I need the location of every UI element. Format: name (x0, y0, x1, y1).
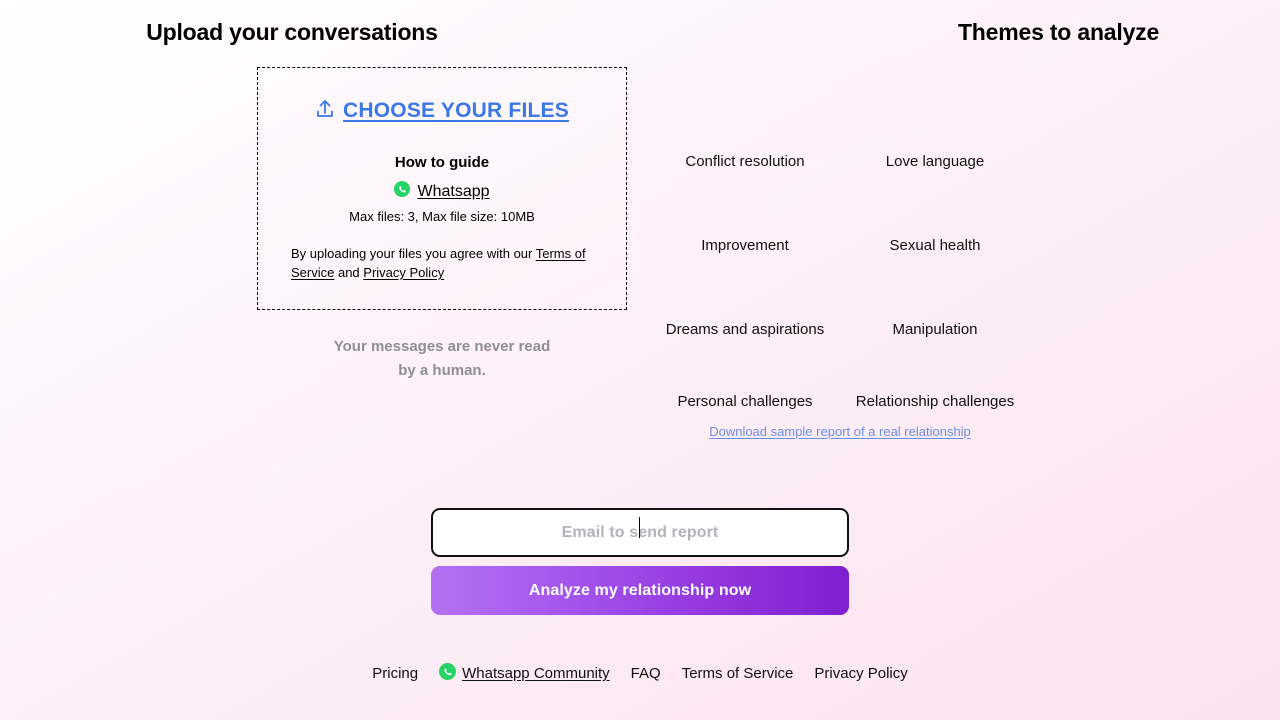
choose-files-button[interactable]: CHOOSE YOUR FILES (315, 98, 569, 124)
themes-grid: Conflict resolution Love language Improv… (650, 120, 1030, 432)
theme-row: Conflict resolution Love language (650, 120, 1030, 204)
footer-link-privacy-policy[interactable]: Privacy Policy (814, 665, 907, 682)
privacy-assurance-note: Your messages are never read by a human. (257, 335, 627, 383)
file-limits-text: Max files: 3, Max file size: 10MB (349, 209, 535, 224)
whatsapp-icon (439, 663, 457, 684)
upload-section-title: Upload your conversations (146, 19, 438, 45)
whatsapp-guide-link[interactable]: Whatsapp (417, 183, 489, 201)
themes-section-title: Themes to analyze (957, 19, 1160, 45)
theme-item: Improvement (701, 237, 789, 254)
theme-item: Sexual health (889, 237, 981, 254)
landing-page: Upload your conversations Themes to anal… (0, 0, 1280, 720)
whatsapp-guide-row[interactable]: Whatsapp (258, 181, 626, 202)
upload-arrow-tray-icon (315, 98, 335, 124)
email-input-wrapper[interactable]: Email to send report (431, 508, 849, 557)
agree-middle: and (334, 265, 364, 280)
footer-nav: Pricing Whatsapp Community FAQ Terms of … (0, 663, 1280, 684)
choose-files-label: CHOOSE YOUR FILES (343, 99, 569, 122)
two-column-header: Upload your conversations Themes to anal… (0, 0, 1280, 47)
agree-prefix: By uploading your files you agree with o… (291, 246, 536, 261)
analyze-relationship-button[interactable]: Analyze my relationship now (431, 566, 849, 615)
theme-row: Personal challenges Relationship challen… (650, 372, 1030, 432)
theme-item: Love language (885, 153, 985, 170)
email-input-placeholder: Email to send report (562, 516, 719, 542)
theme-item: Dreams and aspirations (665, 321, 825, 338)
upload-column: Upload your conversations (0, 17, 640, 47)
theme-item: Relationship challenges (855, 393, 1015, 410)
privacy-policy-link[interactable]: Privacy Policy (363, 265, 444, 280)
theme-row: Improvement Sexual health (650, 204, 1030, 288)
text-caret (638, 516, 641, 538)
footer-link-whatsapp-community[interactable]: Whatsapp Community (439, 663, 610, 684)
footer-link-pricing[interactable]: Pricing (372, 665, 418, 682)
theme-item: Manipulation (892, 321, 978, 338)
themes-column: Themes to analyze (640, 17, 1280, 47)
theme-item: Personal challenges (677, 393, 813, 410)
footer-link-terms-of-service[interactable]: Terms of Service (682, 665, 794, 682)
theme-item: Conflict resolution (685, 153, 805, 170)
privacy-note-line-2: by a human. (398, 362, 486, 379)
theme-row: Dreams and aspirations Manipulation (650, 288, 1030, 372)
download-sample-report-link[interactable]: Download sample report of a real relatio… (650, 424, 1030, 439)
whatsapp-icon (394, 181, 411, 202)
footer-link-faq[interactable]: FAQ (631, 665, 661, 682)
privacy-note-line-1: Your messages are never read (333, 338, 551, 355)
terms-agreement-text: By uploading your files you agree with o… (258, 244, 626, 282)
footer-whatsapp-community-label: Whatsapp Community (462, 665, 610, 682)
how-to-guide-heading: How to guide (394, 154, 490, 171)
file-dropzone[interactable]: CHOOSE YOUR FILES How to guide Whatsapp … (257, 67, 627, 310)
